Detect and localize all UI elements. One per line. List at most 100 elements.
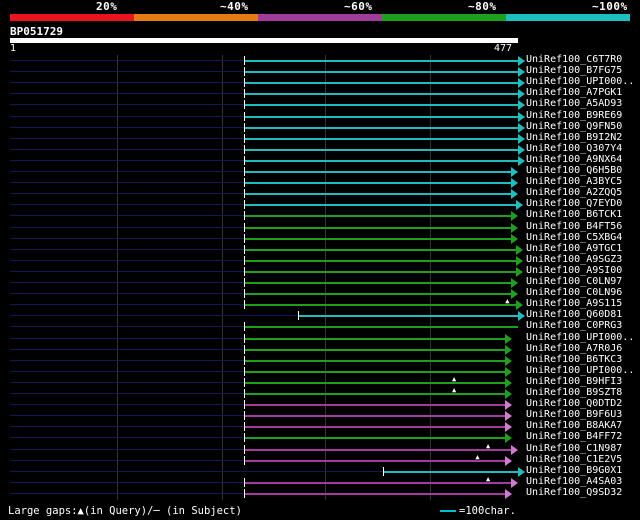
hit-bar [244,115,518,118]
hit-end-arrow-icon [510,211,518,222]
hit-label[interactable]: UniRef100_A7R0J6 [526,343,622,354]
hit-label[interactable]: UniRef100_A9SGZ3 [526,254,622,265]
hit-end-arrow-icon [515,200,523,211]
hit-label[interactable]: UniRef100_B6TKC3 [526,354,622,365]
hit-bar [244,259,516,262]
unaligned-segment [10,348,245,350]
hit-label[interactable]: UniRef100_C0LN97 [526,276,622,287]
hit-label[interactable]: UniRef100_C1N987 [526,443,622,454]
unaligned-segment [10,115,245,117]
hit-row[interactable]: UniRef100_Q9SD32 [0,487,640,499]
hit-end-arrow-icon [518,466,525,477]
hit-label[interactable]: UniRef100_B9SZT8 [526,387,622,398]
hit-label[interactable]: UniRef100_A7PGK1 [526,87,622,98]
hit-label[interactable]: UniRef100_A3BYC5 [526,176,622,187]
hit-bar [244,326,518,329]
hit-label[interactable]: UniRef100_A9SI00 [526,265,622,276]
hit-label[interactable]: UniRef100_C1E2V5 [526,454,622,465]
hit-label[interactable]: UniRef100_C5XBG4 [526,232,622,243]
hit-label[interactable]: UniRef100_A2ZQQ5 [526,187,622,198]
hit-end-arrow-icon [518,133,525,144]
hit-label[interactable]: UniRef100_A9S115 [526,298,622,309]
hit-label[interactable]: UniRef100_Q9FN50 [526,121,622,132]
hit-label[interactable]: UniRef100_Q7EYD0 [526,198,622,209]
hit-start-tick [244,455,246,465]
hit-bar [244,304,516,307]
hit-label[interactable]: UniRef100_A4SA03 [526,476,622,487]
hit-bar [244,193,511,196]
hit-end-arrow-icon [515,255,523,266]
unaligned-segment [10,71,245,73]
hit-label[interactable]: UniRef100_Q307Y4 [526,143,622,154]
unaligned-segment [10,315,298,317]
hit-label[interactable]: UniRef100_Q0DTD2 [526,398,622,409]
hit-label[interactable]: UniRef100_UPI000.. [526,365,634,376]
hit-label[interactable]: UniRef100_B9G0X1 [526,465,622,476]
hit-start-tick [244,366,246,376]
hit-label[interactable]: UniRef100_Q6H5B0 [526,165,622,176]
hit-label[interactable]: UniRef100_B6TCK1 [526,209,622,220]
hit-label[interactable]: UniRef100_Q9SD32 [526,487,622,498]
unaligned-segment [10,215,245,217]
hit-start-tick [244,89,246,99]
hit-label[interactable]: UniRef100_B4FT56 [526,221,622,232]
hit-label[interactable]: UniRef100_UPI000.. [526,332,634,343]
scale-bar [440,510,456,512]
hit-start-tick [297,311,299,321]
hit-label[interactable]: UniRef100_A9NX64 [526,154,622,165]
unaligned-segment [10,82,245,84]
hit-start-tick [244,322,246,332]
hit-end-arrow-icon [518,122,525,133]
hit-bar [244,437,506,440]
hit-label[interactable]: UniRef100_B9HFI3 [526,376,622,387]
hit-label[interactable]: UniRef100_A9TGC1 [526,243,622,254]
hit-end-arrow-icon [510,278,518,288]
legend-swatch [134,14,258,21]
scale-end: 477 [494,43,513,54]
hit-bar [244,71,518,74]
unaligned-segment [10,148,245,150]
unaligned-segment [10,159,245,161]
hit-label[interactable]: UniRef100_B8AKA7 [526,420,622,431]
unaligned-segment [10,171,245,172]
hit-end-arrow-icon [518,155,525,166]
hit-start-tick [244,422,246,432]
hit-bar [244,159,518,162]
unaligned-segment [10,304,245,306]
hit-bar [244,215,511,218]
hit-start-tick [244,244,246,254]
hit-label[interactable]: UniRef100_B9I2N2 [526,132,622,143]
query-bar [10,38,518,43]
hit-label[interactable]: UniRef100_B9F6U3 [526,409,622,420]
hit-start-tick [244,411,246,421]
hit-bar [244,293,511,296]
hit-label[interactable]: UniRef100_B7FG75 [526,65,622,76]
legend-label: ~40% [220,0,249,13]
hit-label[interactable]: UniRef100_A5AD93 [526,98,622,109]
hit-end-arrow-icon [505,422,513,433]
hit-label[interactable]: UniRef100_Q60D81 [526,309,622,320]
hit-end-arrow-icon [505,366,513,377]
hit-bar [297,315,518,318]
unaligned-segment [10,270,245,272]
unaligned-segment [10,126,245,128]
hit-bar [244,459,506,462]
hit-bar [244,337,506,340]
hit-label[interactable]: UniRef100_B9RE69 [526,110,622,121]
unaligned-segment [10,415,245,417]
hit-start-tick [244,111,246,121]
legend-swatch [10,14,134,21]
hit-label[interactable]: UniRef100_B4FF72 [526,431,622,442]
hit-end-arrow-icon [518,67,525,78]
hit-label[interactable]: UniRef100_C0LN96 [526,287,622,298]
legend-label: ~80% [468,0,497,13]
hit-bar [244,393,506,395]
hit-label[interactable]: UniRef100_C0PRG3 [526,320,622,331]
hit-bar [244,492,506,495]
hit-label[interactable]: UniRef100_C6T7R0 [526,54,622,65]
scale-note: =100char. [440,505,516,517]
hit-start-tick [244,211,246,221]
hit-label[interactable]: UniRef100_UPI000.. [526,76,634,87]
scale-label: =100char. [459,505,516,517]
hit-bar [244,426,506,429]
